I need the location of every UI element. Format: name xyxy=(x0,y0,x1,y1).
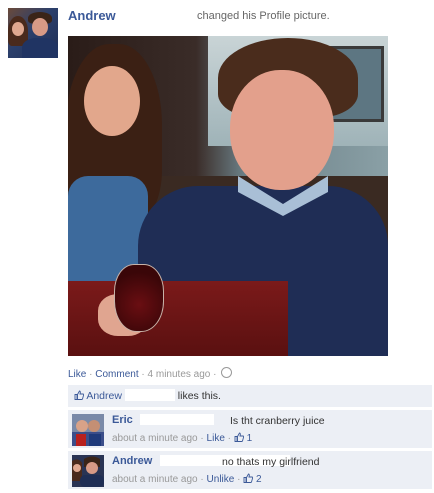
redacted-name xyxy=(140,414,214,425)
comment-like-link[interactable]: Like xyxy=(207,433,225,444)
thumbs-up-icon xyxy=(74,390,84,400)
redacted-name xyxy=(124,389,175,401)
thumbs-up-icon[interactable] xyxy=(243,473,254,483)
avatar-face xyxy=(32,18,48,36)
like-link[interactable]: Like xyxy=(68,369,86,380)
comment-timestamp[interactable]: about a minute ago xyxy=(112,433,198,444)
story-timestamp[interactable]: 4 minutes ago xyxy=(148,369,211,380)
comment-meta: about a minute ago · Like · 1 xyxy=(112,432,252,444)
meta-separator: · xyxy=(200,433,204,444)
author-avatar[interactable] xyxy=(8,8,58,58)
comment-link[interactable]: Comment xyxy=(95,369,138,380)
commenter-name-link[interactable]: Andrew xyxy=(112,455,152,467)
liker-name-link[interactable]: Andrew xyxy=(86,390,122,402)
meta-separator: · xyxy=(200,474,204,485)
meta-separator: · xyxy=(227,433,232,444)
meta-separator: · xyxy=(237,474,241,485)
comment-like-count[interactable]: 2 xyxy=(256,474,262,485)
feedback-box: Andrew likes this. Eric Is tht cranberry… xyxy=(68,385,432,489)
story-meta: Like · Comment · 4 minutes ago · xyxy=(68,367,233,380)
photo-girl-face xyxy=(84,66,140,136)
photo-wine-glass xyxy=(114,264,164,332)
commenter-avatar-image xyxy=(72,414,104,446)
comment-item: Eric Is tht cranberry juice about a minu… xyxy=(68,409,432,448)
commenter-name-link[interactable]: Eric xyxy=(112,414,133,426)
meta-separator: · xyxy=(89,369,93,380)
comment-unlike-link[interactable]: Unlike xyxy=(207,474,235,485)
comment-text: Is tht cranberry juice xyxy=(230,415,325,427)
thumbs-up-icon[interactable] xyxy=(234,432,244,442)
commenter-avatar[interactable] xyxy=(72,455,104,487)
globe-icon[interactable] xyxy=(221,367,233,378)
author-name-link[interactable]: Andrew xyxy=(68,8,116,23)
commenter-avatar[interactable] xyxy=(72,414,104,446)
likes-text: likes this. xyxy=(177,390,221,402)
comment-meta: about a minute ago · Unlike · 2 xyxy=(112,473,262,485)
avatar-body xyxy=(22,38,58,58)
comment-like-count[interactable]: 1 xyxy=(247,433,253,444)
comment-timestamp[interactable]: about a minute ago xyxy=(112,474,198,485)
commenter-avatar-image xyxy=(72,455,104,487)
comment-item: Andrew no thats my girlfriend about a mi… xyxy=(68,450,432,489)
avatar-figure-face xyxy=(12,22,24,36)
meta-separator: · xyxy=(141,369,145,380)
likes-summary: Andrew likes this. xyxy=(68,385,432,407)
profile-picture[interactable] xyxy=(68,36,388,356)
story-action-text: changed his Profile picture. xyxy=(197,10,330,22)
comment-text: no thats my girlfriend xyxy=(222,456,320,468)
photo-boy-face xyxy=(230,70,334,190)
meta-separator: · xyxy=(213,369,217,380)
